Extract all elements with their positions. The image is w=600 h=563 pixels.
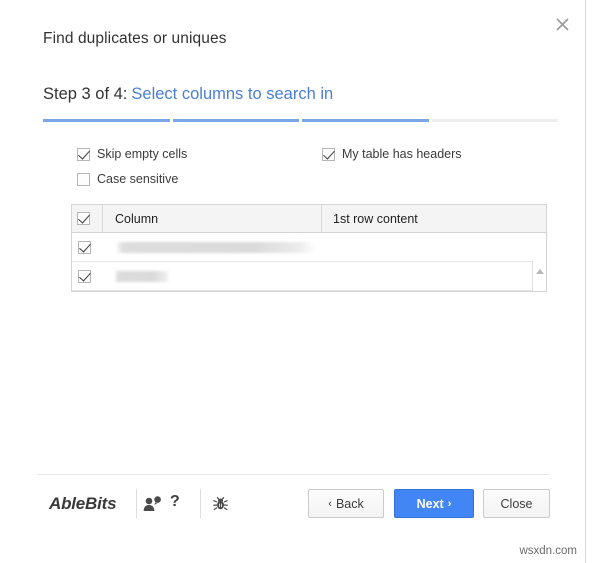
row-checkbox-cell[interactable] [72,269,103,283]
feedback-glyph [143,496,161,511]
step-label: Step 3 of 4: [43,85,128,103]
option-label-case-sensitive: Case sensitive [97,172,179,186]
chevron-right-icon: › [447,497,452,510]
options-group: Skip empty cells My table has headers Ca… [77,147,547,197]
column-header-column[interactable]: Column [103,205,322,232]
row-1-column-cell [103,241,322,253]
close-x-glyph [555,17,569,31]
select-all-checkbox-cell[interactable] [72,205,103,232]
option-case-sensitive[interactable]: Case sensitive [77,172,322,186]
back-button-label: Back [335,496,364,511]
table-header-row: Column 1st row content [72,205,546,233]
option-skip-empty-cells[interactable]: Skip empty cells [77,147,322,161]
ablebits-logo: AbleBits [49,494,117,513]
checkbox-my-table-has-headers[interactable] [322,147,335,161]
checkbox-row-1[interactable] [77,240,91,254]
watermark: wsxdn.com [519,545,577,557]
progress-segment-1 [43,119,170,122]
checkbox-row-2[interactable] [77,269,91,283]
option-label-my-table-has-headers: My table has headers [342,147,462,161]
close-icon[interactable] [550,12,574,36]
progress-segment-4 [431,119,558,122]
row-2-column-cell [103,270,322,282]
checkbox-case-sensitive[interactable] [77,172,90,186]
checkbox-skip-empty-cells[interactable] [77,147,90,161]
row-checkbox-cell[interactable] [72,240,103,254]
options-row-2: Case sensitive [77,172,547,197]
page-title: Find duplicates or uniques [43,30,227,47]
progress-segment-2 [172,119,299,122]
footer-divider-1 [136,489,137,518]
step-progress-bar [43,119,558,122]
progress-segment-3 [302,119,429,122]
chevron-left-icon: ‹ [328,497,332,510]
find-duplicates-dialog: Find duplicates or uniques Step 3 of 4: S… [0,0,586,563]
footer-divider [37,474,549,475]
scroll-up-arrow-icon[interactable] [536,269,544,274]
close-button[interactable]: Close [483,489,550,518]
options-row-1: Skip empty cells My table has headers [77,147,547,172]
table-row[interactable] [72,262,546,291]
table-scrollbar[interactable] [532,261,546,291]
column-header-first-row-content[interactable]: 1st row content [322,205,546,232]
next-button[interactable]: Next › [394,489,474,518]
option-label-skip-empty-cells: Skip empty cells [97,147,188,161]
step-link[interactable]: Select columns to search in [131,85,333,103]
help-icon[interactable]: ? [170,493,180,511]
close-button-label: Close [500,496,533,511]
bug-glyph [213,496,228,511]
checkbox-select-all[interactable] [77,212,90,225]
redacted-column-name-2 [115,270,170,282]
back-button[interactable]: ‹ Back [308,489,384,518]
footer-divider-2 [200,489,201,518]
footer-toolbar: AbleBits ? ‹ Back Next › Close [0,486,586,528]
step-heading: Step 3 of 4: Select columns to search in [43,85,333,104]
next-button-label: Next [416,496,444,511]
feedback-person-icon[interactable] [143,496,162,517]
bug-icon[interactable] [212,495,229,517]
columns-table: Column 1st row content [71,204,547,292]
table-body [72,233,546,291]
table-row[interactable] [72,233,546,262]
option-my-table-has-headers[interactable]: My table has headers [322,147,462,161]
redacted-column-name-1 [115,241,315,253]
